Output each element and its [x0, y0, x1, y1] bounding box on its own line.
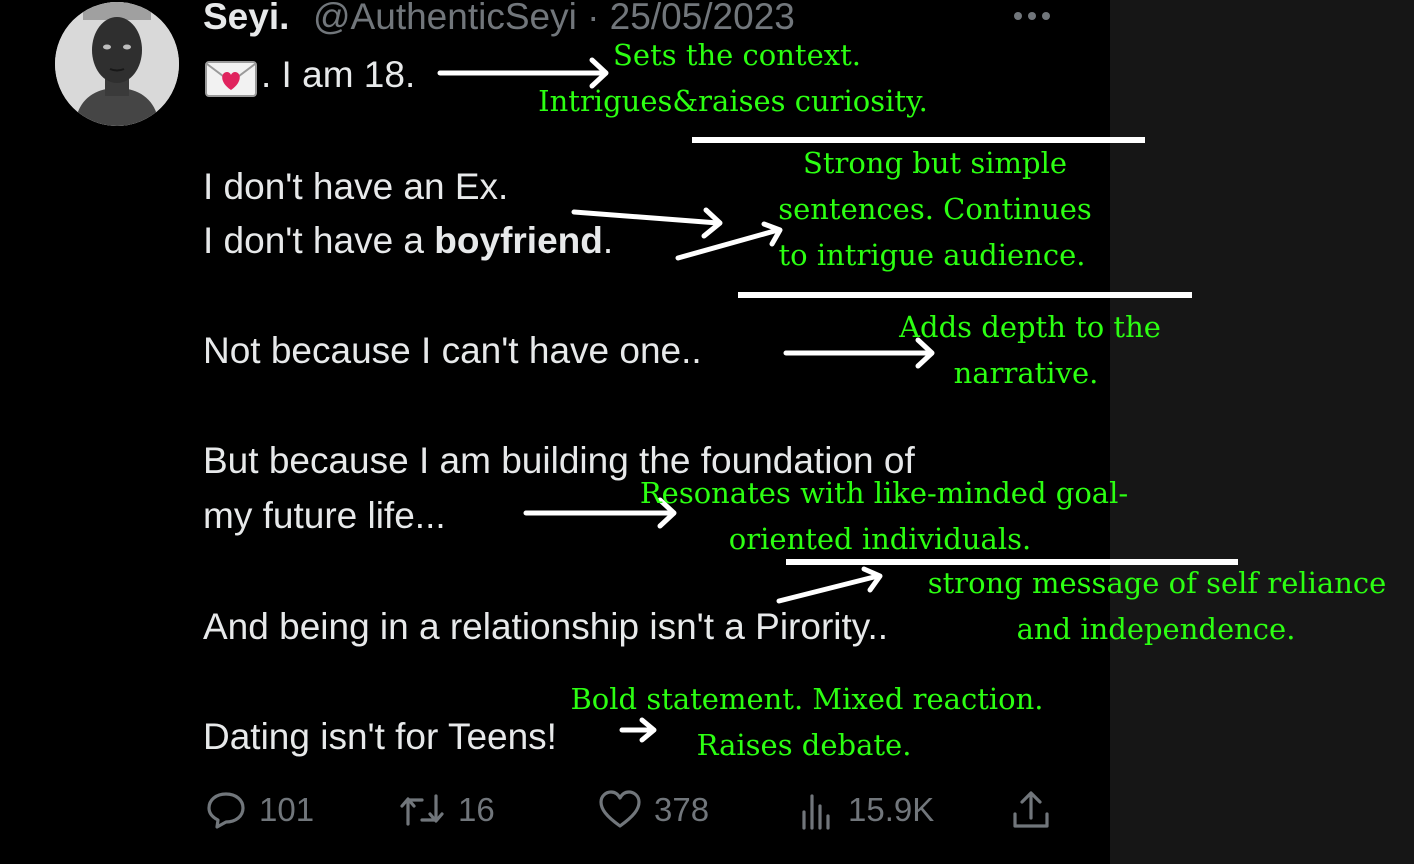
arrow-2b [675, 221, 783, 261]
annotation-3b: sentences. Continues [778, 192, 1092, 226]
annotation-5a: Resonates with like-minded goal- [639, 476, 1129, 510]
annotation-5b: oriented individuals. [728, 522, 1032, 556]
annotation-2: Intrigues&raises curiosity. [538, 84, 928, 118]
arrow-2a [571, 207, 723, 239]
annotation-3a: Strong but simple [802, 146, 1068, 180]
annotation-4a: Adds depth to the [899, 310, 1161, 344]
arrow-5 [776, 566, 883, 604]
arrow-6 [619, 717, 657, 743]
annotation-3c: to intrigue audience. [778, 238, 1086, 272]
annotation-6b: and independence. [1016, 612, 1296, 646]
annotation-1: Sets the context. [613, 38, 861, 72]
annotation-7b: Raises debate. [696, 728, 912, 762]
annotation-7a: Bold statement. Mixed reaction. [570, 682, 1044, 716]
annotation-4b: narrative. [953, 356, 1099, 390]
annotation-6a: strong message of self reliance [927, 566, 1387, 600]
